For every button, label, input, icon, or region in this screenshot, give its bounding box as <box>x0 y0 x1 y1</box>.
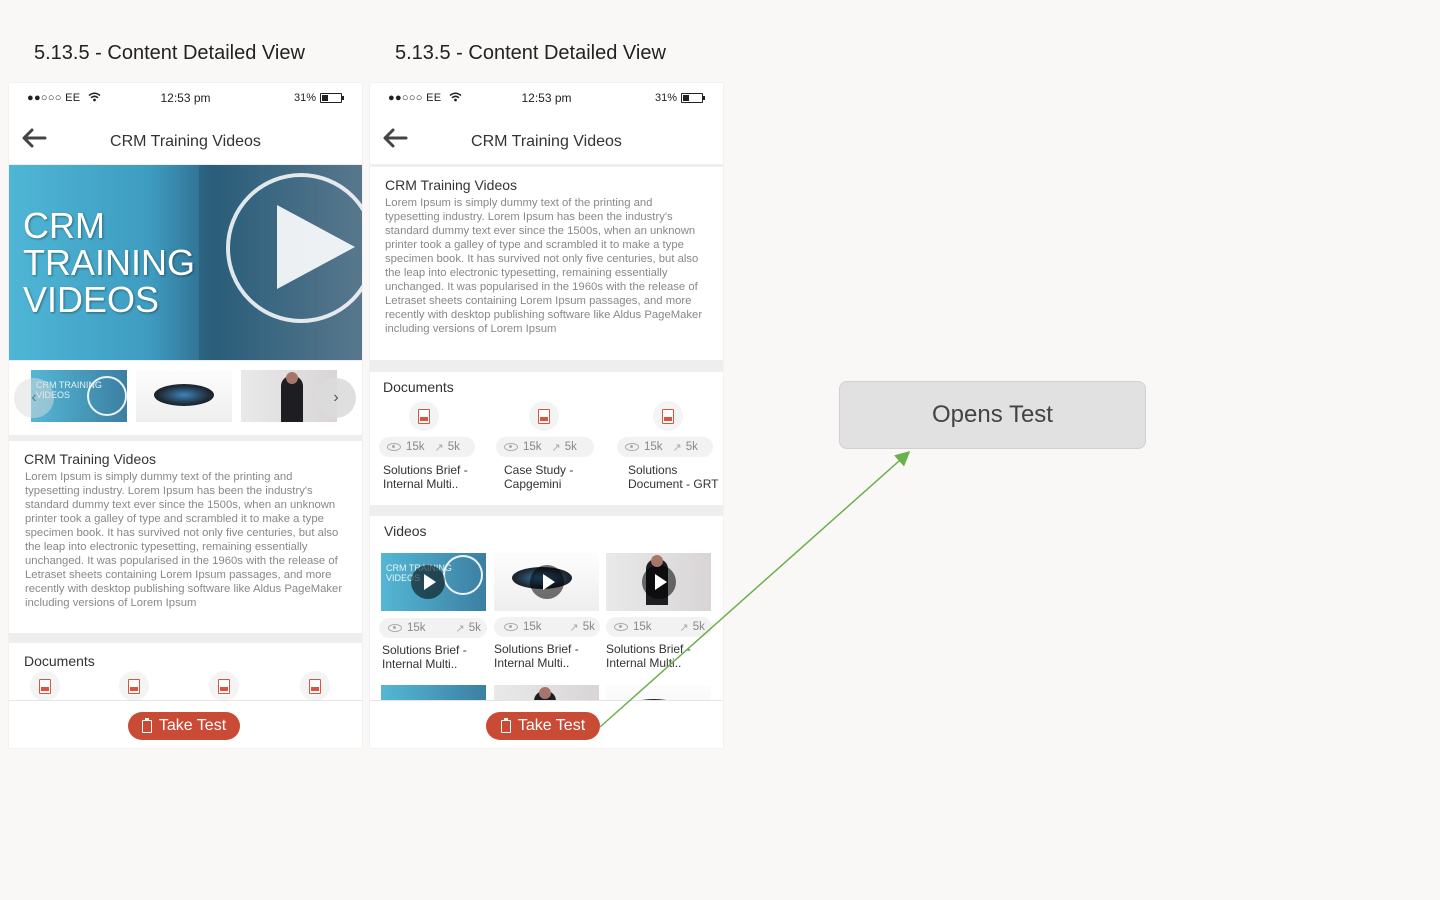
documents-title: Documents <box>24 653 95 669</box>
description-title: CRM Training Videos <box>385 177 518 193</box>
nav-title: CRM Training Videos <box>471 133 622 150</box>
battery-status: 31% <box>294 92 344 104</box>
document-stats: 15k ↗ 5k <box>379 437 475 457</box>
documents-card: Documents 15k ↗ 5k Solutions Brief - Inter… <box>370 372 723 505</box>
chevron-left-icon: ‹ <box>31 389 37 406</box>
nav-title: CRM Training Videos <box>110 133 261 150</box>
video-thumbnail[interactable] <box>494 553 599 611</box>
document-label[interactable]: Solutions Brief - Internal Multi.. <box>383 463 468 491</box>
description-card: CRM Training Videos Lorem Ipsum is simpl… <box>9 441 362 633</box>
video-stats: 15k ↗ 5k <box>494 617 600 637</box>
video-thumbnail[interactable]: CRM TRAINING VIDEOS <box>381 553 486 611</box>
pdf-icon[interactable] <box>409 401 439 431</box>
document-stats: 15k ↗ 5k <box>496 437 594 457</box>
eye-icon <box>504 623 518 631</box>
thumbnail-device[interactable] <box>136 370 232 422</box>
battery-icon <box>681 93 705 103</box>
description-card: CRM Training Videos Lorem Ipsum is simpl… <box>370 167 723 360</box>
thumbnail-carousel: CRM TRAINING VIDEOS ‹ › <box>9 361 362 435</box>
take-test-button[interactable]: Take Test <box>486 712 600 740</box>
phone-screen-media-view: ●●○○○ EE 12:53 pm 31% CRM Training Video… <box>9 83 362 748</box>
share-icon: ↗ <box>434 441 444 454</box>
document-label[interactable]: Case Study - Capgemini <box>504 463 573 491</box>
carousel-prev-button[interactable]: ‹ <box>14 378 54 418</box>
screen-title: 5.13.5 - Content Detailed View <box>395 42 666 64</box>
pdf-icon[interactable] <box>30 671 60 701</box>
opens-test-annotation: Opens Test <box>839 381 1146 449</box>
nav-bar: CRM Training Videos <box>9 113 362 164</box>
description-title: CRM Training Videos <box>24 451 157 467</box>
eye-icon <box>614 623 628 631</box>
video-thumbnail[interactable] <box>606 553 711 611</box>
share-icon: ↗ <box>551 441 561 454</box>
document-label[interactable]: Solutions Document - GRT <box>628 463 718 491</box>
videos-title: Videos <box>384 523 427 539</box>
play-icon <box>642 565 676 599</box>
battery-status: 31% <box>655 92 705 104</box>
description-body: Lorem Ipsum is simply dummy text of the … <box>385 197 703 335</box>
share-icon: ↗ <box>455 622 465 635</box>
video-stats: 15k ↗ 5k <box>606 617 712 637</box>
eye-icon <box>504 443 518 451</box>
share-icon: ↗ <box>672 441 682 454</box>
footer-bar: Take Test <box>9 700 362 748</box>
video-label[interactable]: Solutions Brief - Internal Multi.. <box>606 642 691 670</box>
pdf-icon[interactable] <box>209 671 239 701</box>
description-body: Lorem Ipsum is simply dummy text of the … <box>25 471 343 609</box>
eye-icon <box>388 624 402 632</box>
hero-title: CRM TRAINING VIDEOS <box>23 205 196 320</box>
play-icon <box>277 205 355 289</box>
share-icon: ↗ <box>679 621 689 634</box>
battery-icon <box>320 93 344 103</box>
document-stats: 15k ↗ 5k <box>617 437 713 457</box>
video-label[interactable]: Solutions Brief - Internal Multi.. <box>382 643 467 671</box>
play-icon <box>530 565 564 599</box>
videos-card: Videos CRM TRAINING VIDEOS 15k ↗5k Solut… <box>370 516 723 743</box>
pdf-icon[interactable] <box>529 401 559 431</box>
screen-title: 5.13.5 - Content Detailed View <box>34 42 305 64</box>
status-bar: ●●○○○ EE 12:53 pm 31% <box>9 83 362 113</box>
pdf-icon[interactable] <box>300 671 330 701</box>
video-label[interactable]: Solutions Brief - Internal Multi.. <box>494 642 579 670</box>
status-bar: ●●○○○ EE 12:53 pm 31% <box>370 83 723 113</box>
clipboard-icon <box>141 717 152 733</box>
pdf-icon[interactable] <box>653 401 683 431</box>
nav-bar: CRM Training Videos <box>370 113 723 164</box>
chevron-right-icon: › <box>333 389 339 406</box>
documents-title: Documents <box>383 379 454 395</box>
footer-bar: Take Test <box>370 700 723 748</box>
play-icon <box>411 565 445 599</box>
carousel-next-button[interactable]: › <box>316 378 356 418</box>
eye-icon <box>625 443 639 451</box>
take-test-button[interactable]: Take Test <box>128 712 240 740</box>
share-icon: ↗ <box>569 621 579 634</box>
video-stats: 15k ↗ 5k <box>379 618 487 638</box>
clipboard-icon <box>500 717 511 733</box>
phone-screen-details-view: ●●○○○ EE 12:53 pm 31% CRM Training Video… <box>370 83 723 748</box>
eye-icon <box>387 443 401 451</box>
hero-video-player[interactable]: CRM TRAINING VIDEOS <box>9 165 362 360</box>
pdf-icon[interactable] <box>119 671 149 701</box>
